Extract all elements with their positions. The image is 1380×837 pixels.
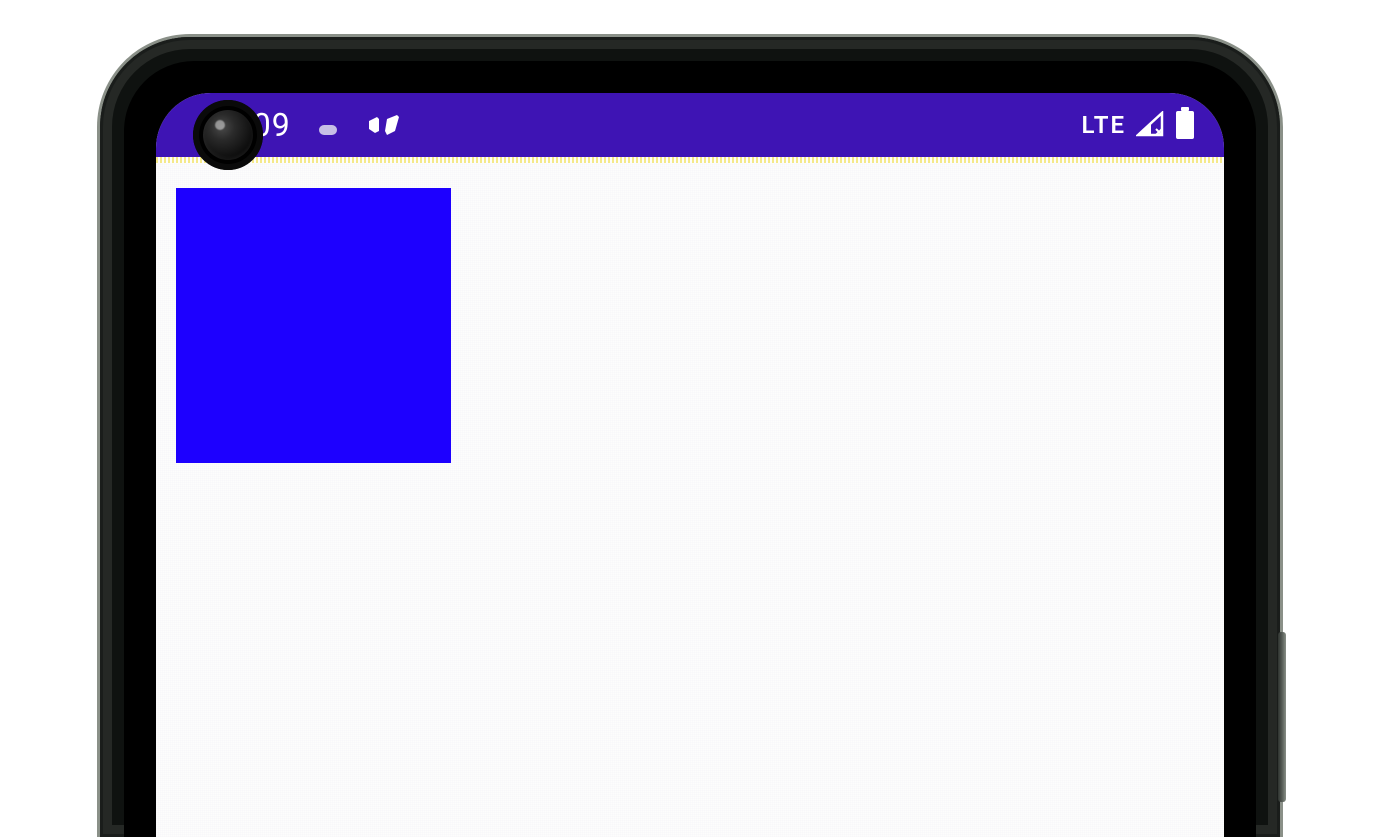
phone-screen: 10:09 LTE bbox=[156, 93, 1224, 837]
phone-bezel: 10:09 LTE bbox=[124, 61, 1256, 837]
status-bar: 10:09 LTE bbox=[156, 93, 1224, 157]
phone-side-button bbox=[1278, 632, 1286, 802]
camera-glint bbox=[215, 120, 225, 130]
cloud-icon bbox=[319, 125, 337, 135]
app-content-area[interactable] bbox=[156, 163, 1224, 837]
status-bar-right: LTE bbox=[1082, 111, 1194, 139]
phone-frame: 10:09 LTE bbox=[100, 37, 1280, 837]
game-mode-icon bbox=[365, 111, 401, 139]
cellular-signal-icon bbox=[1136, 111, 1166, 139]
blue-square-view bbox=[176, 188, 451, 463]
network-type-label: LTE bbox=[1082, 111, 1126, 139]
front-camera-cutout bbox=[193, 100, 263, 170]
camera-lens bbox=[203, 110, 253, 160]
battery-icon bbox=[1176, 111, 1194, 139]
